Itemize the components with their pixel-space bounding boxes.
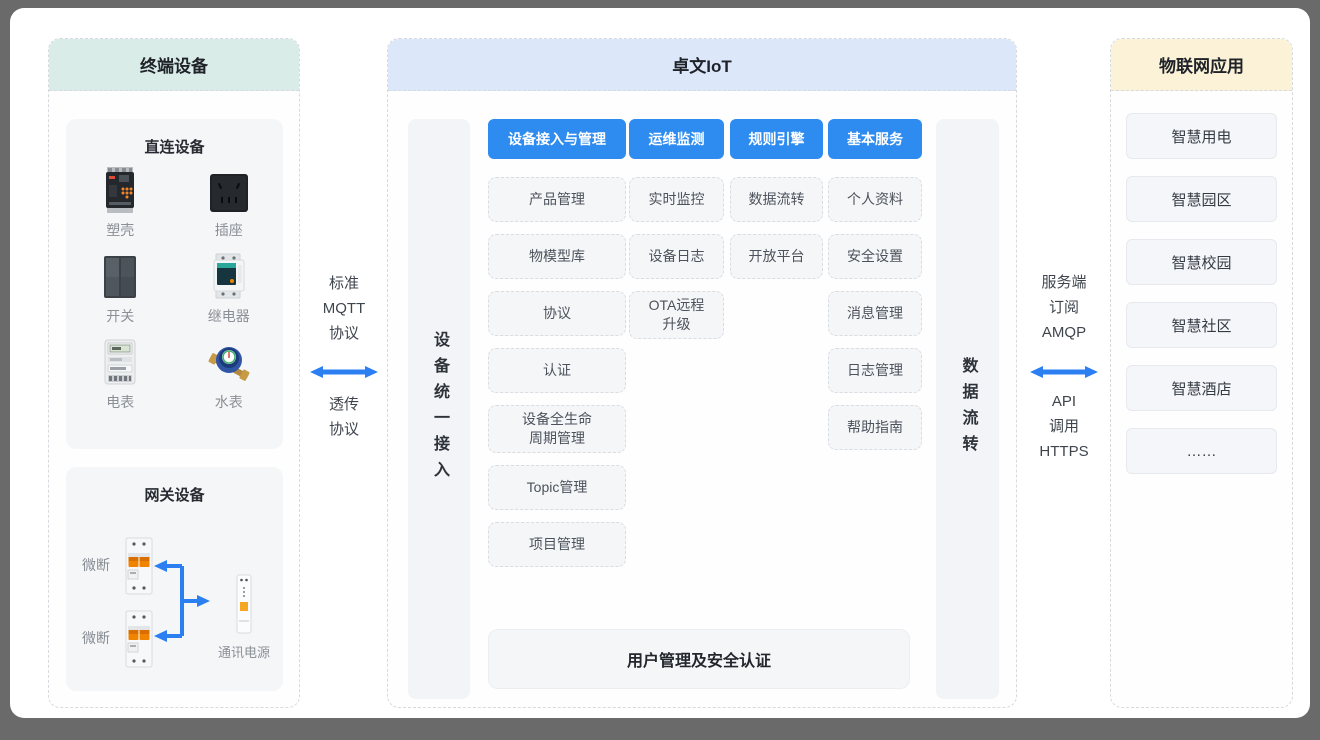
relay-icon	[211, 253, 247, 299]
module-box: 物模型库	[488, 234, 626, 279]
mccb-icon	[104, 167, 136, 213]
module-box: 项目管理	[488, 522, 626, 567]
module-box: 认证	[488, 348, 626, 393]
terminal-devices-title: 终端设备	[49, 39, 299, 91]
module-box: 安全设置	[828, 234, 922, 279]
wall-switch-icon	[102, 253, 138, 299]
device-label: 电表	[106, 392, 134, 412]
device-unified-access-bar: 设备统一接入	[408, 119, 470, 699]
module-box: 个人资料	[828, 177, 922, 222]
app-item: 智慧酒店	[1126, 365, 1277, 411]
device-item: 继电器	[175, 253, 284, 326]
device-label: 开关	[106, 306, 134, 326]
iot-platform-title: 卓文IoT	[388, 39, 1016, 91]
device-label: 水表	[215, 392, 243, 412]
column-header: 规则引擎	[730, 119, 823, 159]
device-grid: 塑壳 插座	[66, 167, 283, 412]
column-header: 设备接入与管理	[488, 119, 626, 159]
direct-devices-card: 直连设备	[66, 119, 283, 449]
module-box: 消息管理	[828, 291, 922, 336]
device-item: 开关	[66, 253, 175, 326]
device-label: 继电器	[208, 306, 250, 326]
terminal-devices-panel: 终端设备 直连设备	[48, 38, 300, 708]
column-header: 基本服务	[828, 119, 922, 159]
left-connector-bottom-labels: 透传 协议	[301, 392, 387, 442]
module-box: 产品管理	[488, 177, 626, 222]
device-item: 电表	[66, 339, 175, 412]
column-rule-engine: 规则引擎 数据流转 开放平台	[730, 119, 823, 279]
electric-meter-icon	[103, 339, 137, 385]
gateway-devices-card: 网关设备 微断 微断	[66, 467, 283, 691]
column-header: 运维监测	[629, 119, 724, 159]
module-box: 设备日志	[629, 234, 724, 279]
right-connector-top-labels: 服务端 订阅 AMQP	[1021, 270, 1107, 345]
module-box: 开放平台	[730, 234, 823, 279]
app-item: ……	[1126, 428, 1277, 474]
right-connector-bottom-labels: API 调用 HTTPS	[1021, 389, 1107, 464]
right-double-arrow-icon	[1030, 363, 1098, 381]
gateway-connection-arrows	[66, 467, 283, 691]
device-item: 塑壳	[66, 167, 175, 240]
device-label: 塑壳	[106, 220, 134, 240]
iot-applications-panel: 物联网应用 智慧用电 智慧园区 智慧校园 智慧社区 智慧酒店 ……	[1110, 38, 1293, 708]
module-box: 设备全生命 周期管理	[488, 405, 626, 453]
applications-list: 智慧用电 智慧园区 智慧校园 智慧社区 智慧酒店 ……	[1126, 113, 1277, 474]
module-box: 日志管理	[828, 348, 922, 393]
module-box: 协议	[488, 291, 626, 336]
device-item: 插座	[175, 167, 284, 240]
app-item: 智慧用电	[1126, 113, 1277, 159]
module-box: 数据流转	[730, 177, 823, 222]
iot-platform-panel: 卓文IoT 设备统一接入 数据流转 设备接入与管理 产品管理 物模型库 协议 认…	[387, 38, 1017, 708]
socket-icon	[209, 167, 249, 213]
column-device-access: 设备接入与管理 产品管理 物模型库 协议 认证 设备全生命 周期管理 Topic…	[488, 119, 626, 567]
module-box: OTA远程 升级	[629, 291, 724, 339]
data-flow-bar: 数据流转	[936, 119, 999, 699]
column-basic-services: 基本服务 个人资料 安全设置 消息管理 日志管理 帮助指南	[828, 119, 922, 450]
diagram-canvas: 终端设备 直连设备	[10, 8, 1310, 718]
water-meter-icon	[206, 339, 252, 385]
module-box: Topic管理	[488, 465, 626, 510]
module-box: 实时监控	[629, 177, 724, 222]
app-item: 智慧校园	[1126, 239, 1277, 285]
module-box: 帮助指南	[828, 405, 922, 450]
iot-applications-title: 物联网应用	[1111, 39, 1292, 91]
device-label: 插座	[215, 220, 243, 240]
app-item: 智慧社区	[1126, 302, 1277, 348]
left-double-arrow-icon	[310, 363, 378, 381]
direct-devices-title: 直连设备	[66, 119, 283, 157]
device-item: 水表	[175, 339, 284, 412]
user-management-bar: 用户管理及安全认证	[488, 629, 910, 689]
left-connector-top-labels: 标准 MQTT 协议	[301, 271, 387, 346]
column-ops-monitoring: 运维监测 实时监控 设备日志 OTA远程 升级	[629, 119, 724, 339]
app-item: 智慧园区	[1126, 176, 1277, 222]
